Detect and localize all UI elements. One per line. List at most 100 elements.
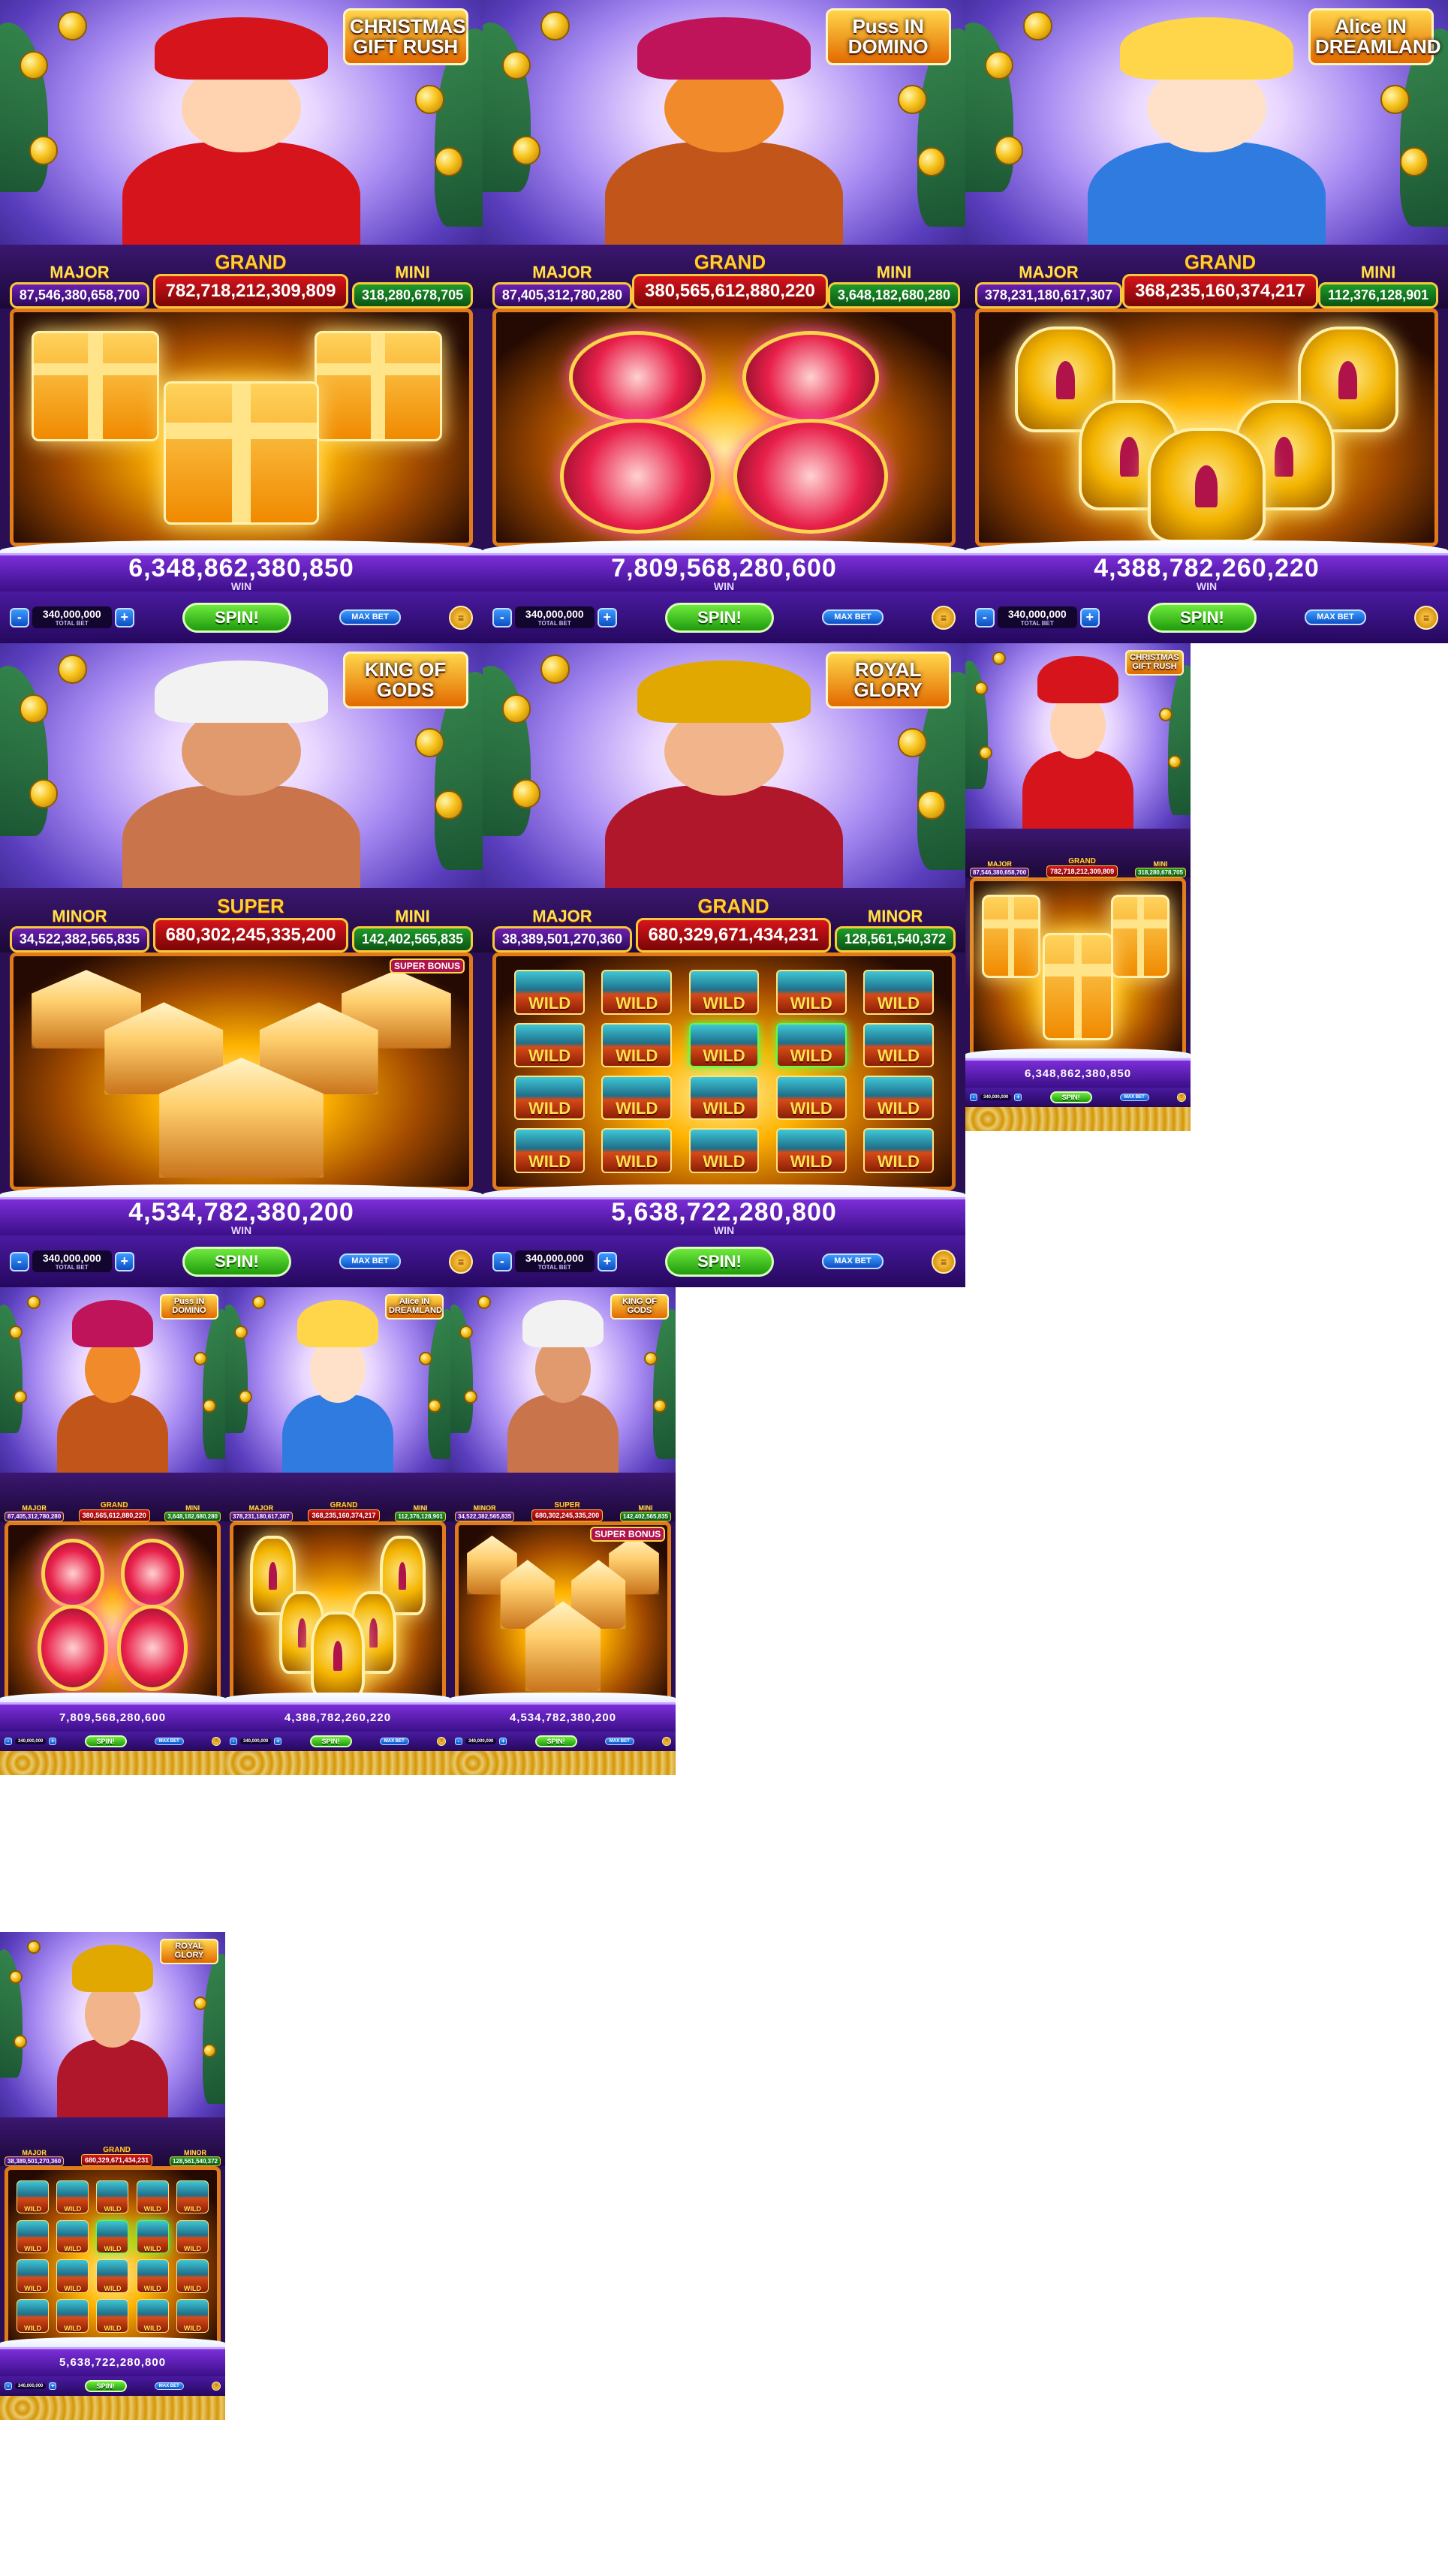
character-hat — [1120, 17, 1293, 80]
wild-symbol: WILD — [514, 1022, 585, 1068]
christmas-tree-right — [653, 1308, 676, 1459]
bet-increase-button[interactable]: + — [499, 1737, 507, 1745]
cat-medal-icon — [559, 418, 715, 534]
total-bet-display: 340,000,000TOTAL BET — [15, 2382, 47, 2389]
total-bet-value: 340,000,000 — [18, 2383, 44, 2388]
menu-icon[interactable]: ≡ — [932, 1249, 956, 1274]
jackpot-minor: MINOR 128,561,540,372 — [169, 2149, 221, 2166]
bet-decrease-button[interactable]: - — [455, 1737, 462, 1745]
gold-coin-icon — [501, 50, 531, 80]
bet-decrease-button[interactable]: - — [974, 607, 995, 627]
bet-increase-button[interactable]: + — [274, 1737, 282, 1745]
max-bet-button[interactable]: MAX BET — [339, 609, 401, 626]
menu-icon[interactable]: ≡ — [1177, 1092, 1186, 1102]
menu-icon[interactable]: ≡ — [662, 1736, 671, 1746]
total-bet-display: 340,000,000TOTAL BET — [997, 606, 1077, 629]
hero-artwork: CHRISTMAS GIFT RUSH — [0, 0, 483, 284]
spin-button[interactable]: SPIN! — [182, 1246, 291, 1277]
bet-increase-button[interactable]: + — [49, 1737, 57, 1745]
spin-button[interactable]: SPIN! — [665, 1246, 774, 1277]
menu-icon[interactable]: ≡ — [212, 1736, 221, 1746]
max-bet-button[interactable]: MAX BET — [1119, 1093, 1149, 1101]
wild-symbol: WILD — [688, 1075, 760, 1121]
jackpot-name: MINI — [638, 1504, 653, 1512]
control-bar: -340,000,000TOTAL BET+ SPIN! MAX BET ≡ — [965, 591, 1448, 643]
jackpot-grand: GRAND 680,329,671,434,231 — [81, 2146, 153, 2166]
menu-icon[interactable]: ≡ — [437, 1736, 446, 1746]
bet-decrease-button[interactable]: - — [5, 2382, 12, 2390]
jackpot-value: 680,302,245,335,200 — [152, 917, 349, 952]
hero-artwork: CHRISTMAS GIFT RUSH — [965, 643, 1191, 858]
gold-coin-pile — [965, 1106, 1191, 1131]
spin-button[interactable]: SPIN! — [309, 1735, 352, 1747]
spin-button[interactable]: SPIN! — [1049, 1091, 1092, 1103]
reel-area: WILD WILD WILD WILD WILD WILD WILD WILD WILD WILD… — [492, 952, 956, 1191]
bet-selector: -340,000,000TOTAL BET+ — [970, 1093, 1022, 1101]
jackpot-super: SUPER 680,302,245,335,200 — [531, 1501, 604, 1521]
bet-decrease-button[interactable]: - — [970, 1093, 977, 1101]
menu-icon[interactable]: ≡ — [212, 2381, 221, 2391]
max-bet-button[interactable]: MAX BET — [339, 1253, 401, 1270]
bet-increase-button[interactable]: + — [114, 607, 134, 627]
gold-coin-icon — [1399, 147, 1429, 176]
wild-symbol: WILD — [775, 1128, 847, 1173]
gold-coin-icon — [511, 135, 541, 165]
max-bet-button[interactable]: MAX BET — [822, 609, 884, 626]
menu-icon[interactable]: ≡ — [1414, 605, 1439, 630]
bet-increase-button[interactable]: + — [597, 1251, 617, 1271]
spin-button[interactable]: SPIN! — [84, 1735, 127, 1747]
win-display: 6,348,862,380,850WIN — [965, 1058, 1191, 1088]
gift-box-icon — [982, 895, 1040, 979]
christmas-tree-left — [225, 1304, 248, 1434]
max-bet-button[interactable]: MAX BET — [822, 1253, 884, 1270]
gold-coin-icon — [477, 1296, 491, 1310]
gold-coin-pile — [225, 1750, 450, 1775]
max-bet-button[interactable]: MAX BET — [604, 1737, 634, 1745]
bet-increase-button[interactable]: + — [1014, 1093, 1022, 1101]
bet-decrease-button[interactable]: - — [5, 1737, 12, 1745]
jackpot-bar: MINOR 34,522,382,565,835 SUPER 680,302,245,… — [450, 1473, 676, 1521]
jackpot-name: MAJOR — [987, 860, 1012, 868]
jackpot-value: 380,565,612,880,220 — [78, 1509, 150, 1521]
spin-button[interactable]: SPIN! — [534, 1735, 577, 1747]
game-character — [106, 660, 376, 921]
jackpot-bar: MAJOR 87,546,380,658,700 GRAND 782,718,212,… — [965, 829, 1191, 877]
gold-coin-icon — [252, 1296, 266, 1310]
max-bet-button[interactable]: MAX BET — [379, 1737, 409, 1745]
spin-button[interactable]: SPIN! — [182, 602, 291, 633]
bet-decrease-button[interactable]: - — [492, 607, 512, 627]
max-bet-button[interactable]: MAX BET — [1305, 609, 1366, 626]
win-display: 7,809,568,280,600WIN — [483, 553, 965, 592]
jackpot-name: MINOR — [183, 2149, 206, 2156]
total-bet-value: 340,000,000 — [525, 608, 584, 621]
slot-game-screen-zeus: KING OF GODS MINOR 34,522,382,565,835 SUPER… — [0, 643, 483, 1287]
menu-icon[interactable]: ≡ — [449, 605, 474, 630]
jackpot-name: MINOR — [867, 906, 923, 925]
character-hat — [637, 17, 811, 80]
jackpot-grand: GRAND 782,718,212,309,809 — [1046, 857, 1118, 877]
bet-decrease-button[interactable]: - — [9, 607, 29, 627]
spin-button[interactable]: SPIN! — [84, 2379, 127, 2392]
bet-decrease-button[interactable]: - — [230, 1737, 237, 1745]
bet-increase-button[interactable]: + — [597, 607, 617, 627]
game-logo: KING OF GODS — [342, 652, 468, 709]
bet-decrease-button[interactable]: - — [9, 1251, 29, 1271]
max-bet-button[interactable]: MAX BET — [154, 1737, 184, 1745]
max-bet-button[interactable]: MAX BET — [154, 2382, 184, 2390]
menu-icon[interactable]: ≡ — [932, 605, 956, 630]
wild-reel-grid: WILD WILD WILD WILD WILD WILD WILD WILD WILD WILD… — [514, 970, 934, 1173]
bet-increase-button[interactable]: + — [1079, 607, 1100, 627]
control-bar: -340,000,000TOTAL BET+SPIN!MAX BET≡ — [225, 1731, 450, 1751]
win-amount: 4,388,782,260,220 — [284, 1711, 392, 1724]
spin-button[interactable]: SPIN! — [665, 602, 774, 633]
gold-coin-icon — [1380, 85, 1410, 114]
wild-symbol: WILD — [17, 2219, 50, 2254]
bet-increase-button[interactable]: + — [49, 2382, 57, 2390]
bet-decrease-button[interactable]: - — [492, 1251, 512, 1271]
jackpot-major: MAJOR 87,405,312,780,280 — [492, 263, 633, 309]
wild-symbol: WILD — [56, 2219, 89, 2254]
jackpot-mini: MINI 112,376,128,901 — [1317, 263, 1439, 309]
menu-icon[interactable]: ≡ — [449, 1249, 474, 1274]
spin-button[interactable]: SPIN! — [1148, 602, 1257, 633]
bet-increase-button[interactable]: + — [114, 1251, 134, 1271]
